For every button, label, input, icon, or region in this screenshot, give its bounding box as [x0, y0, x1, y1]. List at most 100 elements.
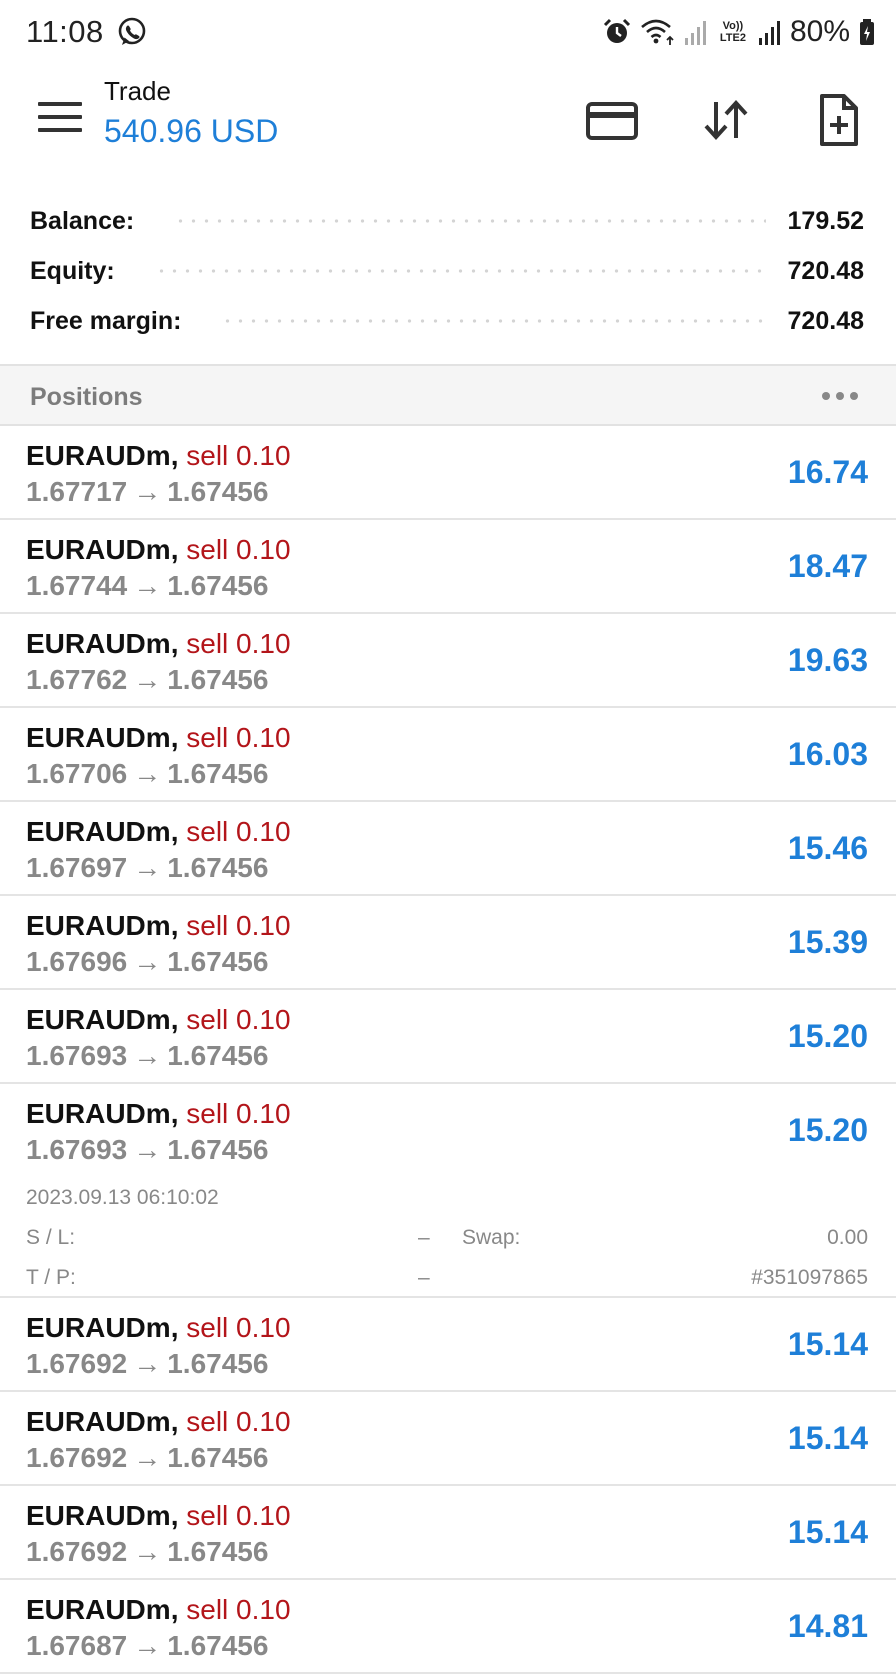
position-symbol: EURAUDm [26, 910, 171, 941]
position-symbol: EURAUDm [26, 534, 171, 565]
arrow-right-icon: → [133, 1536, 162, 1567]
position-profit: 15.20 [787, 1018, 868, 1054]
arrow-right-icon: → [133, 852, 162, 883]
position-side: sell 0.10 [186, 534, 291, 565]
signal-icon-2 [758, 21, 780, 45]
current-price: 1.67456 [167, 852, 269, 883]
equity-label: Equity: [30, 256, 115, 285]
battery-icon [860, 19, 874, 45]
position-symbol: EURAUDm [26, 1312, 171, 1343]
card-icon[interactable] [584, 92, 640, 148]
dotted-leader [154, 269, 766, 273]
position-row[interactable]: EURAUDm, sell 0.10 1.67697 → 1.67456 15.46 [0, 802, 896, 896]
current-price: 1.67456 [167, 1134, 269, 1165]
position-row[interactable]: EURAUDm, sell 0.10 1.67693 → 1.67456 15.20 [0, 990, 896, 1084]
position-side: sell 0.10 [186, 1594, 291, 1625]
position-profit: 16.03 [787, 736, 868, 772]
open-price: 1.67692 [26, 1442, 128, 1473]
position-row[interactable]: EURAUDm, sell 0.10 1.67692 → 1.67456 15.14 [0, 1392, 896, 1486]
swap-value: 0.00 [827, 1226, 868, 1249]
positions-list: EURAUDm, sell 0.10 1.67717 → 1.67456 16.74… [0, 426, 896, 1674]
position-row[interactable]: EURAUDm, sell 0.10 1.67687 → 1.67456 14.81 [0, 1580, 896, 1674]
open-price: 1.67717 [26, 476, 128, 507]
open-price: 1.67692 [26, 1536, 128, 1567]
menu-button[interactable] [38, 102, 82, 136]
position-side: sell 0.10 [186, 816, 291, 847]
status-icons: Vo)) LTE2 80% [602, 14, 876, 50]
positions-title: Positions [30, 383, 143, 411]
position-row[interactable]: EURAUDm, sell 0.10 1.67692 → 1.67456 15.14 [0, 1298, 896, 1392]
position-row[interactable]: EURAUDm, sell 0.10 1.67744 → 1.67456 18.47 [0, 520, 896, 614]
position-row[interactable]: EURAUDm, sell 0.10 1.67692 → 1.67456 15.14 [0, 1486, 896, 1580]
current-price: 1.67456 [167, 1536, 269, 1567]
position-profit: 15.14 [787, 1514, 868, 1550]
position-profit: 15.46 [787, 830, 868, 866]
open-price: 1.67762 [26, 664, 128, 695]
sl-value: – [418, 1226, 430, 1249]
current-price: 1.67456 [167, 1442, 269, 1473]
position-symbol: EURAUDm [26, 816, 171, 847]
position-profit: 15.20 [787, 1112, 868, 1148]
open-price: 1.67744 [26, 570, 128, 601]
position-symbol: EURAUDm [26, 1594, 171, 1625]
position-side: sell 0.10 [186, 1406, 291, 1437]
arrow-right-icon: → [133, 1134, 162, 1165]
position-symbol: EURAUDm [26, 1098, 171, 1129]
wifi-icon [641, 19, 674, 45]
arrow-right-icon: → [133, 570, 162, 601]
position-side: sell 0.10 [186, 722, 291, 753]
arrow-right-icon: → [133, 476, 162, 507]
open-price: 1.67706 [26, 758, 128, 789]
current-price: 1.67456 [167, 946, 269, 977]
position-symbol: EURAUDm [26, 628, 171, 659]
current-price: 1.67456 [167, 664, 269, 695]
open-price: 1.67696 [26, 946, 128, 977]
position-row[interactable]: EURAUDm, sell 0.10 1.67706 → 1.67456 16.03 [0, 708, 896, 802]
swap-label: Swap: [462, 1226, 521, 1249]
arrow-right-icon: → [133, 1630, 162, 1661]
tp-label: T / P: [26, 1266, 76, 1289]
new-order-icon[interactable] [810, 92, 866, 148]
free-margin-label: Free margin: [30, 306, 182, 335]
position-side: sell 0.10 [186, 910, 291, 941]
alarm-icon [603, 18, 631, 43]
position-profit: 19.63 [787, 642, 868, 678]
open-price: 1.67693 [26, 1040, 128, 1071]
position-symbol: EURAUDm [26, 1406, 171, 1437]
app-bar: Trade 540.96 USD [0, 66, 896, 176]
position-row[interactable]: EURAUDm, sell 0.10 1.67696 → 1.67456 15.39 [0, 896, 896, 990]
position-profit: 15.39 [787, 924, 868, 960]
position-profit: 14.81 [787, 1608, 868, 1644]
ticket-number: #351097865 [751, 1266, 868, 1289]
current-price: 1.67456 [167, 570, 269, 601]
free-margin-value: 720.48 [787, 306, 864, 335]
position-profit: 18.47 [787, 548, 868, 584]
sort-icon[interactable] [698, 92, 754, 148]
battery-percent: 80% [789, 15, 850, 48]
position-row-expanded[interactable]: EURAUDm, sell 0.10 1.67693 → 1.67456 15.20… [0, 1084, 896, 1298]
position-row[interactable]: EURAUDm, sell 0.10 1.67717 → 1.67456 16.74 [0, 426, 896, 520]
tp-value: – [418, 1266, 430, 1289]
positions-header: Positions [0, 364, 896, 426]
arrow-right-icon: → [133, 946, 162, 977]
arrow-right-icon: → [133, 758, 162, 789]
current-price: 1.67456 [167, 758, 269, 789]
position-symbol: EURAUDm [26, 722, 171, 753]
arrow-right-icon: → [133, 1040, 162, 1071]
status-bar: 11:08 Vo)) LTE2 80% [0, 0, 896, 66]
position-profit: 16.74 [787, 454, 868, 490]
arrow-right-icon: → [133, 1442, 162, 1473]
position-row[interactable]: EURAUDm, sell 0.10 1.67762 → 1.67456 19.63 [0, 614, 896, 708]
open-price: 1.67687 [26, 1630, 128, 1661]
current-price: 1.67456 [167, 1348, 269, 1379]
balance-row: Balance: 179.52 [0, 196, 896, 246]
balance-value: 179.52 [787, 206, 864, 235]
more-options-icon[interactable] [822, 388, 862, 404]
position-symbol: EURAUDm [26, 1500, 171, 1531]
account-summary: Balance: 179.52 Equity: 720.48 Free marg… [0, 196, 896, 346]
arrow-right-icon: → [133, 1348, 162, 1379]
dotted-leader [174, 219, 766, 223]
current-price: 1.67456 [167, 476, 269, 507]
balance-label: Balance: [30, 206, 135, 235]
sl-label: S / L: [26, 1226, 76, 1249]
